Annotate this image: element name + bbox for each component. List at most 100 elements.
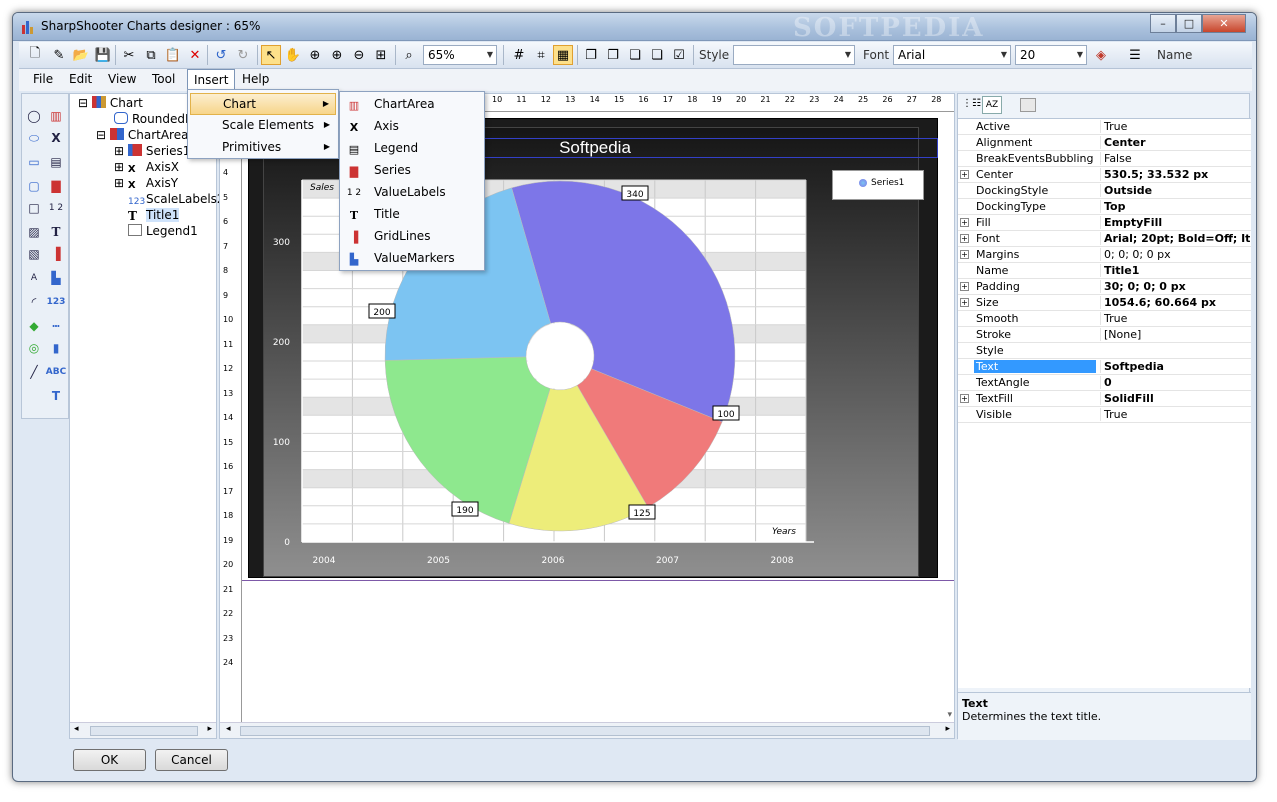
zoom-out-icon[interactable]: ⊖ xyxy=(349,45,369,65)
line-style-icon[interactable]: ☰ xyxy=(1125,45,1145,65)
arc-icon[interactable]: ◜ xyxy=(24,292,44,312)
expand-icon[interactable]: + xyxy=(960,234,969,243)
property-row[interactable]: + Center 530.5; 33.532 px xyxy=(958,167,1251,183)
font-combo[interactable]: Arial ▼ xyxy=(893,45,1011,65)
tree-node-axisy[interactable]: ⊞ X AxisY xyxy=(114,176,178,192)
scalelabels-icon[interactable]: 123 xyxy=(46,292,66,312)
canvas-hscrollbar[interactable]: ◂ ▸ xyxy=(220,722,954,738)
alphabetical-icon[interactable]: AZ xyxy=(982,96,1002,114)
submenu-item-legend[interactable]: ▤ Legend xyxy=(342,138,482,160)
menu-tool[interactable]: Tool xyxy=(152,72,175,86)
submenu-item-axis[interactable]: X Axis xyxy=(342,116,482,138)
property-row[interactable]: Style xyxy=(958,343,1251,359)
zoom-in-icon[interactable]: ⊕ xyxy=(327,45,347,65)
ellipse-filled-icon[interactable]: ⬭ xyxy=(24,128,44,148)
property-value[interactable]: EmptyFill xyxy=(1100,216,1250,229)
hand-icon[interactable]: ✋ xyxy=(283,45,303,65)
property-value[interactable]: SolidFill xyxy=(1100,392,1250,405)
property-value[interactable]: Arial; 20pt; Bold=Off; Italic xyxy=(1100,232,1250,245)
insert-menu-item-scale-elements[interactable]: Scale Elements ▶ xyxy=(190,115,336,137)
scroll-left-icon[interactable]: ◂ xyxy=(226,724,231,734)
minimize-button[interactable]: – xyxy=(1150,14,1176,33)
ellipse-icon[interactable]: ◯ xyxy=(24,106,44,126)
expand-icon[interactable]: + xyxy=(960,394,969,403)
property-value[interactable]: 0 xyxy=(1100,376,1250,389)
property-value[interactable]: True xyxy=(1100,312,1250,325)
ungroup-icon[interactable]: ❏ xyxy=(647,45,667,65)
tree-node-chartarea1[interactable]: ⊟ ChartArea1 xyxy=(96,128,196,142)
expand-icon[interactable]: + xyxy=(960,298,969,307)
tree-hscrollbar[interactable]: ◂ ▸ xyxy=(70,722,216,738)
property-value[interactable]: [None] xyxy=(1100,328,1250,341)
scroll-right-icon[interactable]: ▸ xyxy=(945,724,950,734)
image-icon[interactable]: ▨ xyxy=(24,222,44,242)
property-value[interactable]: 0; 0; 0; 0 px xyxy=(1100,248,1250,261)
scroll-right-icon[interactable]: ▸ xyxy=(207,724,212,734)
expand-icon[interactable]: + xyxy=(960,250,969,259)
axis-icon[interactable]: X xyxy=(46,128,66,148)
property-row[interactable]: Visible True xyxy=(958,407,1251,423)
bring-front-icon[interactable]: ❐ xyxy=(581,45,601,65)
send-back-icon[interactable]: ❐ xyxy=(603,45,623,65)
new-icon[interactable]: 🗋 xyxy=(25,45,45,65)
chartarea-icon[interactable]: ▥ xyxy=(46,106,66,126)
property-row[interactable]: + Margins 0; 0; 0; 0 px xyxy=(958,247,1251,263)
property-value[interactable]: True xyxy=(1100,120,1250,133)
rectangle-icon[interactable]: ▭ xyxy=(24,152,44,172)
menu-file[interactable]: File xyxy=(33,72,53,86)
zoom-rect-icon[interactable]: ⊞ xyxy=(371,45,391,65)
property-value[interactable]: 530.5; 33.532 px xyxy=(1100,168,1250,181)
submenu-item-chartarea[interactable]: ▥ ChartArea xyxy=(342,94,482,116)
insert-menu-item-primitives[interactable]: Primitives ▶ xyxy=(190,137,336,159)
scroll-down-icon[interactable]: ▾ xyxy=(947,710,952,720)
open-icon[interactable]: 📂 xyxy=(71,45,91,65)
property-row[interactable]: Alignment Center xyxy=(958,135,1251,151)
undo-icon[interactable]: ↺ xyxy=(211,45,231,65)
property-row[interactable]: Active True xyxy=(958,119,1251,135)
menu-help[interactable]: Help xyxy=(242,72,269,86)
save-icon[interactable]: 💾 xyxy=(93,45,113,65)
group-icon[interactable]: ❏ xyxy=(625,45,645,65)
line-icon[interactable]: ╱ xyxy=(24,362,44,382)
property-row[interactable]: + Size 1054.6; 60.664 px xyxy=(958,295,1251,311)
property-pages-icon[interactable] xyxy=(1020,98,1036,112)
design-canvas[interactable]: 10 11 12 13 14 15 16 17 18 19 20 21 22 23 24 25 26 27 28 2… xyxy=(219,93,955,739)
pointer-icon[interactable]: ↖ xyxy=(261,45,281,65)
scroll-left-icon[interactable]: ◂ xyxy=(74,724,79,734)
property-value[interactable]: Softpedia xyxy=(1100,360,1250,373)
categorized-icon[interactable]: ⋮☷ xyxy=(962,98,981,114)
rulers-icon[interactable]: ▦ xyxy=(553,45,573,65)
property-row[interactable]: + TextFill SolidFill xyxy=(958,391,1251,407)
gridlines-icon[interactable]: ▐ xyxy=(46,244,66,264)
scroll-thumb[interactable] xyxy=(90,726,198,736)
series-icon[interactable]: ▇ xyxy=(46,176,66,196)
property-row[interactable]: DockingType Top xyxy=(958,199,1251,215)
title-icon[interactable]: T xyxy=(46,222,66,242)
property-value[interactable]: Outside xyxy=(1100,184,1250,197)
property-value[interactable]: 30; 0; 0; 0 px xyxy=(1100,280,1250,293)
property-row[interactable]: BreakEventsBubbling False xyxy=(958,151,1251,167)
square-icon[interactable]: □ xyxy=(24,198,44,218)
property-row[interactable]: DockingStyle Outside xyxy=(958,183,1251,199)
property-row[interactable]: + Padding 30; 0; 0; 0 px xyxy=(958,279,1251,295)
textbox-icon[interactable]: A xyxy=(24,268,44,288)
cancel-button[interactable]: Cancel xyxy=(155,749,228,771)
scroll-thumb[interactable] xyxy=(240,726,930,736)
delete-icon[interactable]: ✕ xyxy=(185,45,205,65)
zoom-combo[interactable]: 65% ▼ xyxy=(423,45,497,65)
property-row[interactable]: Stroke [None] xyxy=(958,327,1251,343)
fill-color-icon[interactable]: ◈ xyxy=(1091,45,1111,65)
redo-icon[interactable]: ↻ xyxy=(233,45,253,65)
property-value[interactable]: 1054.6; 60.664 px xyxy=(1100,296,1250,309)
menu-insert[interactable]: Insert xyxy=(187,69,236,91)
polygon-icon[interactable]: ◆ xyxy=(24,316,44,336)
scalebars-icon[interactable]: ▮ xyxy=(46,338,66,358)
property-value[interactable]: Top xyxy=(1100,200,1250,213)
expand-icon[interactable]: + xyxy=(960,218,969,227)
ring-icon[interactable]: ◎ xyxy=(24,338,44,358)
tree-node-scalelabels2[interactable]: 123ScaleLabels2 xyxy=(128,192,225,209)
maximize-button[interactable]: □ xyxy=(1176,14,1202,33)
text-arrow-icon[interactable]: T xyxy=(46,386,66,406)
valuemarkers-icon[interactable]: ▙ xyxy=(46,268,66,288)
paste-icon[interactable]: 📋 xyxy=(163,45,183,65)
